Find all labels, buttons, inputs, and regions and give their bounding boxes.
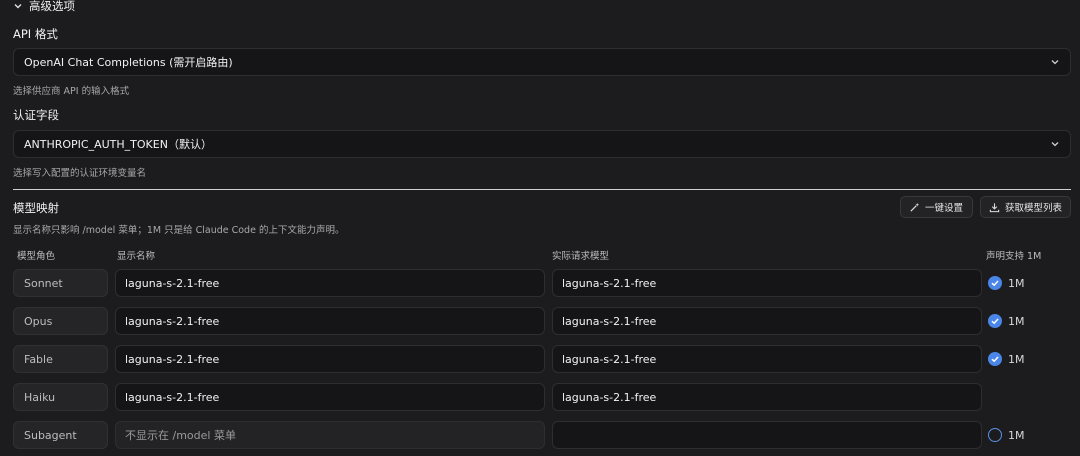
section-title: 高级选项: [29, 0, 75, 13]
chevron-down-icon: [1051, 60, 1059, 65]
support-1m-checkbox-sonnet[interactable]: [988, 276, 1002, 290]
column-header-role: 模型角色: [17, 251, 56, 262]
display-name-input-fable[interactable]: laguna-s-2.1-free: [115, 345, 545, 373]
divider: [13, 189, 1071, 190]
model-mapping-hint: 显示名称只影响 /model 菜单；1M 只是给 Claude Code 的上下…: [13, 225, 345, 236]
checkmark-icon: [991, 318, 999, 325]
role-fable: Fable: [13, 345, 108, 373]
fetch-model-list-label: 获取模型列表: [1005, 203, 1063, 214]
api-format-hint: 选择供应商 API 的输入格式: [13, 86, 130, 97]
download-icon: [989, 202, 1000, 212]
chevron-down-icon: [1051, 142, 1059, 147]
support-1m-label-subagent: 1M: [1008, 429, 1025, 442]
role-opus: Opus: [13, 307, 108, 335]
advanced-options-toggle[interactable]: 高级选项: [13, 0, 75, 14]
role-haiku: Haiku: [13, 383, 108, 411]
real-model-input-subagent[interactable]: [552, 421, 982, 449]
checkmark-icon: [991, 356, 999, 363]
support-1m-checkbox-subagent[interactable]: [988, 428, 1002, 442]
support-1m-label-sonnet: 1M: [1008, 277, 1025, 290]
support-1m-checkbox-fable[interactable]: [988, 352, 1002, 366]
role-subagent: Subagent: [13, 421, 108, 449]
real-model-input-sonnet[interactable]: laguna-s-2.1-free: [552, 269, 982, 297]
display-name-input-sonnet[interactable]: laguna-s-2.1-free: [115, 269, 545, 297]
support-1m-label-fable: 1M: [1008, 353, 1025, 366]
auth-field-select[interactable]: ANTHROPIC_AUTH_TOKEN（默认）: [13, 130, 1071, 158]
real-model-input-fable[interactable]: laguna-s-2.1-free: [552, 345, 982, 373]
api-format-value: OpenAI Chat Completions (需开启路由): [24, 56, 233, 69]
auth-field-value: ANTHROPIC_AUTH_TOKEN（默认）: [24, 138, 212, 151]
auth-field-label: 认证字段: [13, 108, 59, 122]
real-model-input-opus[interactable]: laguna-s-2.1-free: [552, 307, 982, 335]
checkmark-icon: [991, 280, 999, 287]
fetch-model-list-button[interactable]: 获取模型列表: [980, 196, 1071, 218]
magic-wand-icon: [910, 202, 920, 212]
support-1m-label-opus: 1M: [1008, 315, 1025, 328]
display-name-input-subagent: 不显示在 /model 菜单: [115, 421, 545, 449]
auth-field-hint: 选择写入配置的认证环境变量名: [13, 168, 147, 179]
real-model-input-haiku[interactable]: laguna-s-2.1-free: [552, 383, 982, 411]
model-mapping-title: 模型映射: [13, 201, 59, 215]
column-header-display: 显示名称: [117, 251, 156, 262]
display-name-input-haiku[interactable]: laguna-s-2.1-free: [115, 383, 545, 411]
display-name-input-opus[interactable]: laguna-s-2.1-free: [115, 307, 545, 335]
one-click-setup-button[interactable]: 一键设置: [900, 196, 973, 218]
api-format-select[interactable]: OpenAI Chat Completions (需开启路由): [13, 48, 1071, 76]
api-format-label: API 格式: [13, 27, 58, 41]
column-header-support: 声明支持 1M: [986, 251, 1042, 262]
role-sonnet: Sonnet: [13, 269, 108, 297]
column-header-real: 实际请求模型: [552, 251, 610, 262]
one-click-setup-label: 一键设置: [925, 203, 964, 214]
support-1m-checkbox-opus[interactable]: [988, 314, 1002, 328]
chevron-down-icon: [14, 4, 22, 9]
